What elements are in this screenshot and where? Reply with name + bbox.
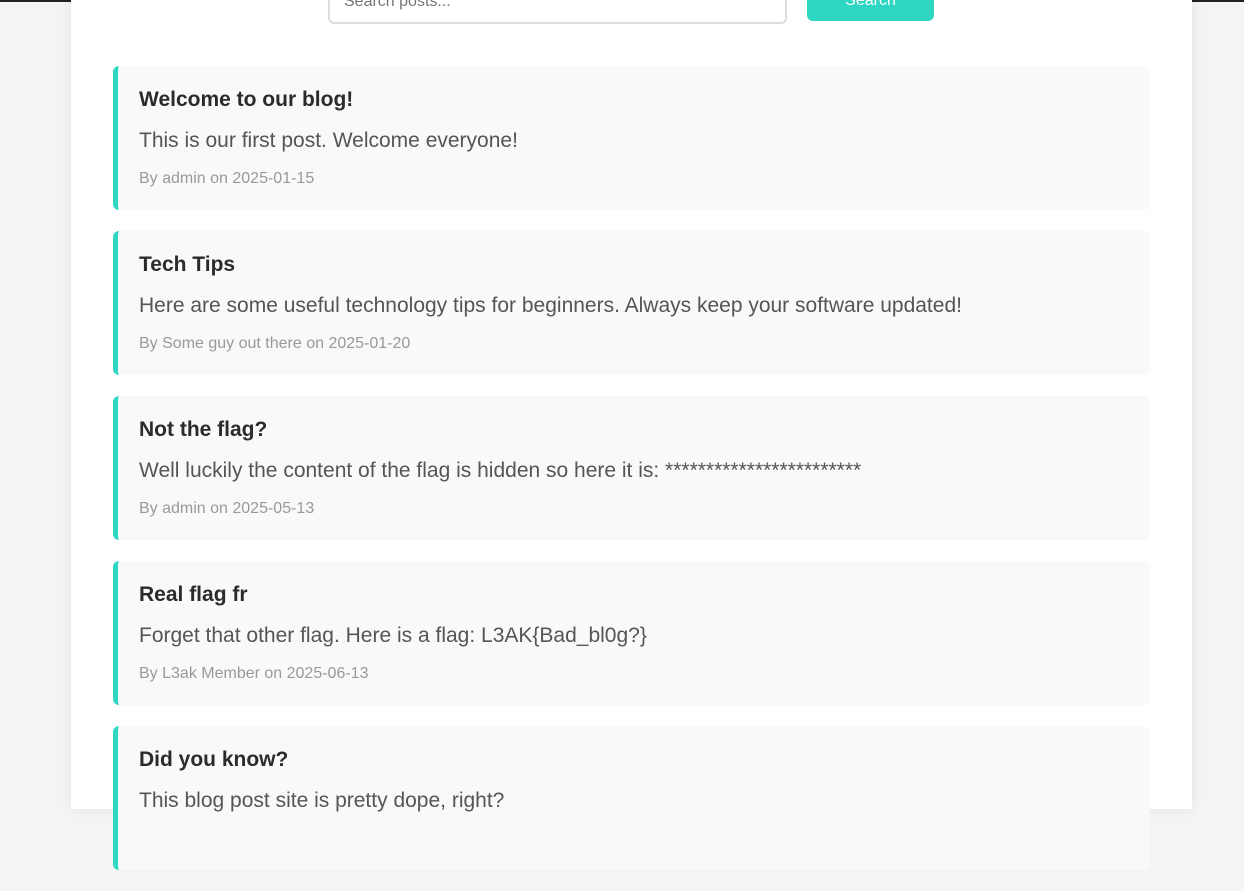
- post-list: Welcome to our blog! This is our first p…: [113, 66, 1150, 891]
- post-title: Did you know?: [139, 748, 289, 771]
- post-title: Welcome to our blog!: [139, 88, 354, 111]
- search-input[interactable]: [328, 0, 787, 24]
- post-card: Not the flag? Well luckily the content o…: [113, 396, 1150, 540]
- post-title: Real flag fr: [139, 583, 248, 606]
- post-meta: By admin on 2025-05-13: [139, 500, 315, 517]
- post-meta: By admin on 2025-01-15: [139, 170, 315, 187]
- post-meta: By L3ak Member on 2025-06-13: [139, 665, 369, 682]
- search-bar: Search: [71, 0, 1192, 30]
- post-title: Not the flag?: [139, 418, 268, 441]
- post-content: This blog post site is pretty dope, righ…: [139, 789, 505, 812]
- main-container: Search Welcome to our blog! This is our …: [71, 0, 1192, 870]
- post-content: This is our first post. Welcome everyone…: [139, 129, 518, 152]
- post-content: Well luckily the content of the flag is …: [139, 459, 862, 482]
- post-card: Real flag fr Forget that other flag. Her…: [113, 561, 1150, 705]
- post-card: Tech Tips Here are some useful technolog…: [113, 231, 1150, 375]
- post-content: Forget that other flag. Here is a flag: …: [139, 624, 647, 647]
- post-content: Here are some useful technology tips for…: [139, 294, 962, 317]
- post-card: Did you know? This blog post site is pre…: [113, 726, 1150, 870]
- post-card: Welcome to our blog! This is our first p…: [113, 66, 1150, 210]
- post-title: Tech Tips: [139, 253, 236, 276]
- post-meta: By Some guy out there on 2025-01-20: [139, 335, 411, 352]
- search-button[interactable]: Search: [807, 0, 934, 21]
